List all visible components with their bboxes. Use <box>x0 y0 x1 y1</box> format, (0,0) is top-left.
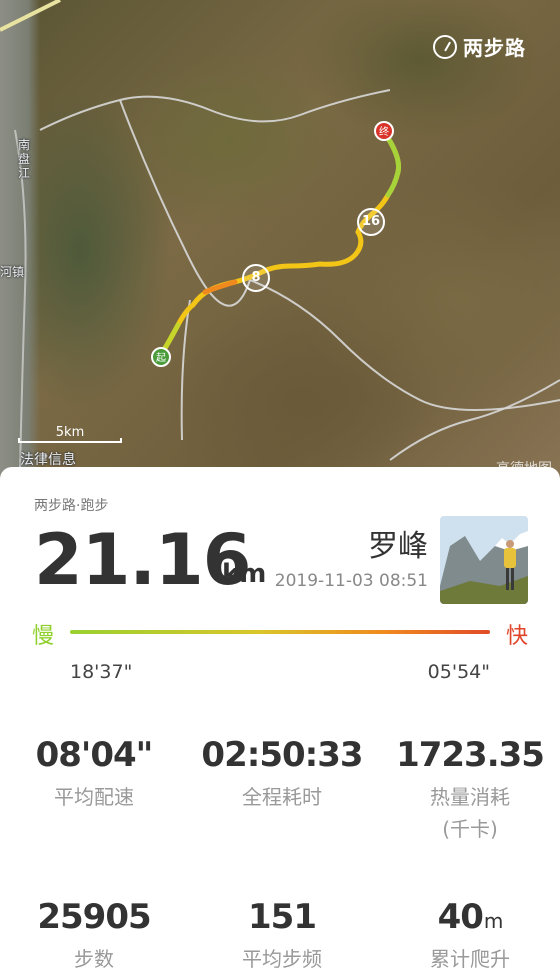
stat-label: 热量消耗 <box>430 785 510 809</box>
user-name: 罗峰 <box>368 529 428 564</box>
stat-label: 步数 <box>74 947 114 971</box>
stat-label: 全程耗时 <box>242 785 322 809</box>
road <box>389 379 560 461</box>
stat-label: 平均步频 <box>242 947 322 971</box>
stat-value-number: 40 <box>437 897 484 937</box>
pace-fast-label: 快 <box>506 624 529 649</box>
road <box>249 279 560 411</box>
stat-value-unit: m <box>483 909 504 933</box>
stat-label: 平均配速 <box>54 785 134 809</box>
map-label-river: 南盘江 <box>18 138 31 180</box>
pace-fastest-value: 05'54" <box>427 661 490 683</box>
avatar-photo <box>440 516 528 604</box>
road <box>14 129 27 471</box>
track-line <box>158 135 401 358</box>
stat-sublabel: (千卡) <box>442 817 498 841</box>
stat-elevation-gain: 40m 累计爬升 <box>380 897 560 975</box>
legal-info-link[interactable]: 法律信息 <box>20 449 76 469</box>
map-scale: 5km <box>18 425 122 443</box>
stat-calories: 1723.35 热量消耗 (千卡) <box>380 735 560 845</box>
stat-value: 02:50:33 <box>201 735 363 775</box>
road <box>0 0 61 32</box>
pace-slowest-value: 18'37" <box>70 661 133 683</box>
km-marker-16[interactable]: 16 <box>357 208 385 236</box>
track-end-segment <box>385 135 401 198</box>
road <box>119 99 251 307</box>
end-marker[interactable]: 终 <box>374 121 394 141</box>
stat-label: 累计爬升 <box>430 947 510 971</box>
stat-value: 40m <box>380 897 560 937</box>
brand-name: 两步路 <box>463 36 526 60</box>
stat-value: 08'04" <box>35 735 154 775</box>
stat-steps: 25905 步数 <box>4 897 184 975</box>
activity-source: 两步路·跑步 <box>34 498 109 514</box>
pace-slow-label: 慢 <box>32 624 55 649</box>
distance-value: 21.16 <box>34 519 251 601</box>
distance-unit: km <box>222 559 267 589</box>
avatar[interactable] <box>440 516 528 604</box>
activity-datetime: 2019-11-03 08:51 <box>274 571 428 591</box>
road <box>39 89 391 131</box>
map-overlay <box>0 0 560 471</box>
liangbulu-logo-icon <box>433 34 457 59</box>
stat-value: 1723.35 <box>396 735 545 775</box>
start-marker[interactable]: 起 <box>151 347 171 367</box>
stat-value: 151 <box>248 897 317 937</box>
km-marker-8[interactable]: 8 <box>242 264 270 292</box>
map-label-town: 河镇 <box>0 265 25 279</box>
stat-total-time: 02:50:33 全程耗时 <box>192 735 372 813</box>
stat-value: 25905 <box>37 897 151 937</box>
route-map[interactable]: 两步路 南盘江 河镇 法律信息 5km 高德地图 起 终 8 16 <box>0 0 560 490</box>
stat-cadence: 151 平均步频 <box>192 897 372 975</box>
scale-bar <box>18 438 122 443</box>
pace-gradient-bar <box>70 630 490 634</box>
stat-avg-pace: 08'04" 平均配速 <box>4 735 184 813</box>
summary-card: 两步路·跑步 21.16 km 罗峰 2019-11-03 08:51 慢 快 … <box>0 467 560 971</box>
brand-watermark: 两步路 <box>433 32 526 61</box>
